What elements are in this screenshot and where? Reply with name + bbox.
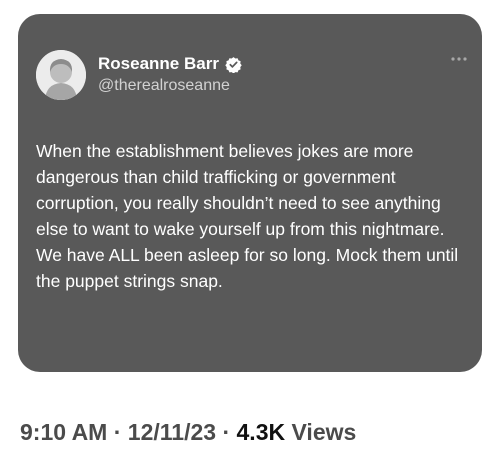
author-name-row: Roseanne Barr: [98, 54, 242, 74]
profile-photo: [36, 50, 86, 100]
tweet-body: When the establishment believes jokes ar…: [36, 141, 459, 291]
tweet-metadata: 9:10 AM · 12/11/23 · 4.3K Views: [20, 418, 356, 446]
views-label: Views: [285, 419, 357, 445]
more-options-icon[interactable]: [450, 50, 468, 64]
separator: ·: [107, 419, 128, 445]
separator: ·: [216, 419, 237, 445]
tweet-time[interactable]: 9:10 AM: [20, 419, 107, 445]
tweet-card[interactable]: Roseanne Barr @therealroseanne When the …: [18, 14, 482, 372]
views-count: 4.3K: [236, 419, 286, 445]
tweet-date[interactable]: 12/11/23: [128, 419, 216, 445]
verified-badge-icon: [225, 56, 242, 73]
tweet-screenshot: Roseanne Barr @therealroseanne When the …: [0, 0, 500, 464]
user-handle[interactable]: @therealroseanne: [98, 76, 230, 96]
display-name[interactable]: Roseanne Barr: [98, 54, 219, 74]
avatar[interactable]: [36, 50, 86, 100]
